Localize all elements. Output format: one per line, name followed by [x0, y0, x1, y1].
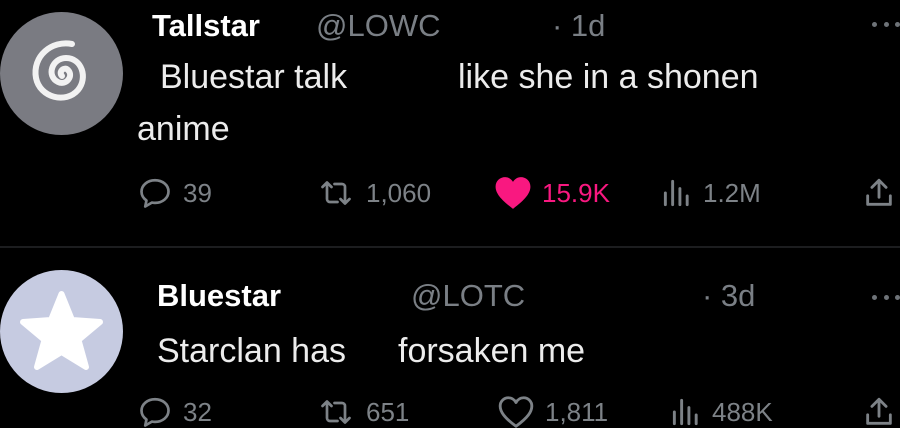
view-count: 488K: [712, 396, 773, 427]
reply-count: 32: [183, 396, 212, 427]
repost-count: 1,060: [366, 177, 432, 208]
avatar[interactable]: [0, 270, 123, 393]
view-count: 1.2M: [703, 177, 761, 208]
more-options-icon[interactable]: [872, 292, 900, 302]
heart-filled-icon: [495, 177, 531, 209]
heart-outline-icon: [498, 396, 534, 428]
like-button[interactable]: 15.9K: [494, 175, 610, 211]
reply-button[interactable]: 32: [137, 394, 212, 428]
reply-icon: [140, 397, 170, 427]
share-button[interactable]: [862, 175, 896, 211]
user-handle[interactable]: @LOTC: [411, 280, 525, 311]
like-button[interactable]: 1,811: [497, 394, 608, 428]
share-icon: [866, 397, 892, 425]
like-count: 1,811: [545, 396, 609, 427]
reply-count: 39: [183, 177, 212, 208]
timestamp[interactable]: · 3d: [702, 280, 755, 311]
tweet[interactable]: Tallstar @LOWC · 1d Bluestar talk like s…: [0, 0, 900, 246]
reply-icon: [140, 178, 170, 208]
like-count: 15.9K: [542, 177, 610, 208]
more-options-icon[interactable]: [872, 19, 900, 29]
repost-icon: [321, 181, 351, 205]
avatar[interactable]: [0, 12, 123, 135]
tweet-text-part: like she in a shonen: [458, 58, 759, 96]
tweet[interactable]: Bluestar @LOTC · 3d Starclan has forsake…: [0, 248, 900, 428]
tweet-text-part: forsaken me: [398, 332, 586, 370]
reply-button[interactable]: 39: [137, 175, 212, 211]
display-name[interactable]: Tallstar: [152, 10, 260, 41]
spiral-icon: [32, 40, 86, 101]
timestamp[interactable]: · 1d: [552, 10, 605, 41]
repost-icon: [321, 400, 351, 424]
views-icon: [672, 398, 698, 426]
views-icon: [663, 179, 689, 207]
share-icon: [866, 178, 892, 206]
repost-button[interactable]: 651: [316, 394, 409, 428]
user-handle[interactable]: @LOWC: [316, 10, 440, 41]
tweet-text-part: Starclan has: [157, 332, 346, 370]
views-button[interactable]: 1.2M: [661, 175, 761, 211]
star-icon: [20, 291, 103, 370]
repost-count: 651: [366, 396, 410, 427]
repost-button[interactable]: 1,060: [316, 175, 431, 211]
share-button[interactable]: [862, 394, 896, 428]
tweet-text-part: anime: [137, 110, 230, 148]
display-name[interactable]: Bluestar: [157, 280, 281, 311]
views-button[interactable]: 488K: [670, 394, 773, 428]
tweet-text-part: Bluestar talk: [160, 58, 348, 96]
